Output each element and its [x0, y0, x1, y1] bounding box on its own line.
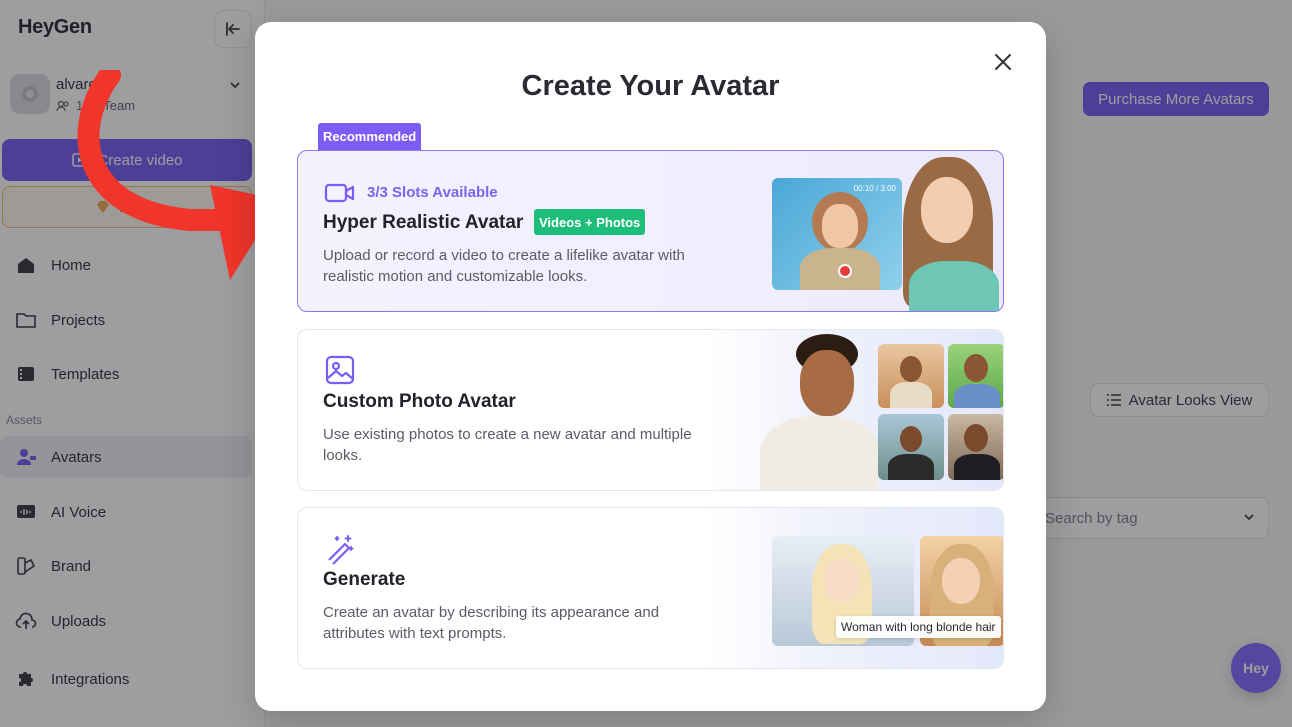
create-avatar-modal: Create Your Avatar Recommended 3/3 Slots… [255, 22, 1046, 711]
photo-look-1 [878, 344, 944, 408]
recording-preview-image: 00:10 / 3:00 [772, 178, 902, 290]
man-portrait-image [760, 330, 878, 490]
slots-available: 3/3 Slots Available [367, 184, 498, 201]
magic-wand-icon [328, 535, 354, 565]
card-description: Create an avatar by describing its appea… [323, 604, 660, 642]
card-description: Upload or record a video to create a lif… [323, 247, 685, 285]
card-description: Use existing photos to create a new avat… [323, 426, 692, 464]
recommended-badge: Recommended [318, 123, 422, 150]
modal-title: Create Your Avatar [521, 70, 780, 102]
card-title: Generate [323, 569, 406, 590]
avatar-portrait-image [895, 151, 1003, 311]
card-title: Hyper Realistic Avatar [323, 212, 524, 233]
image-icon [325, 355, 355, 385]
photo-look-4 [948, 414, 1003, 480]
hyper-realistic-avatar-card[interactable]: 3/3 Slots Available Hyper Realistic Avat… [297, 150, 1004, 312]
videos-photos-tag: Videos + Photos [534, 209, 646, 235]
card-title: Custom Photo Avatar [323, 391, 516, 412]
video-camera-icon [324, 183, 355, 203]
photo-look-2 [948, 344, 1003, 408]
custom-photo-avatar-card[interactable]: Custom Photo Avatar Use existing photos … [297, 329, 1004, 491]
photo-look-3 [878, 414, 944, 480]
record-timer: 00:10 / 3:00 [853, 184, 896, 193]
close-icon [995, 54, 1011, 70]
generate-avatar-card[interactable]: Generate Create an avatar by describing … [297, 507, 1004, 669]
prompt-example-chip: Woman with long blonde hair [836, 616, 1001, 638]
